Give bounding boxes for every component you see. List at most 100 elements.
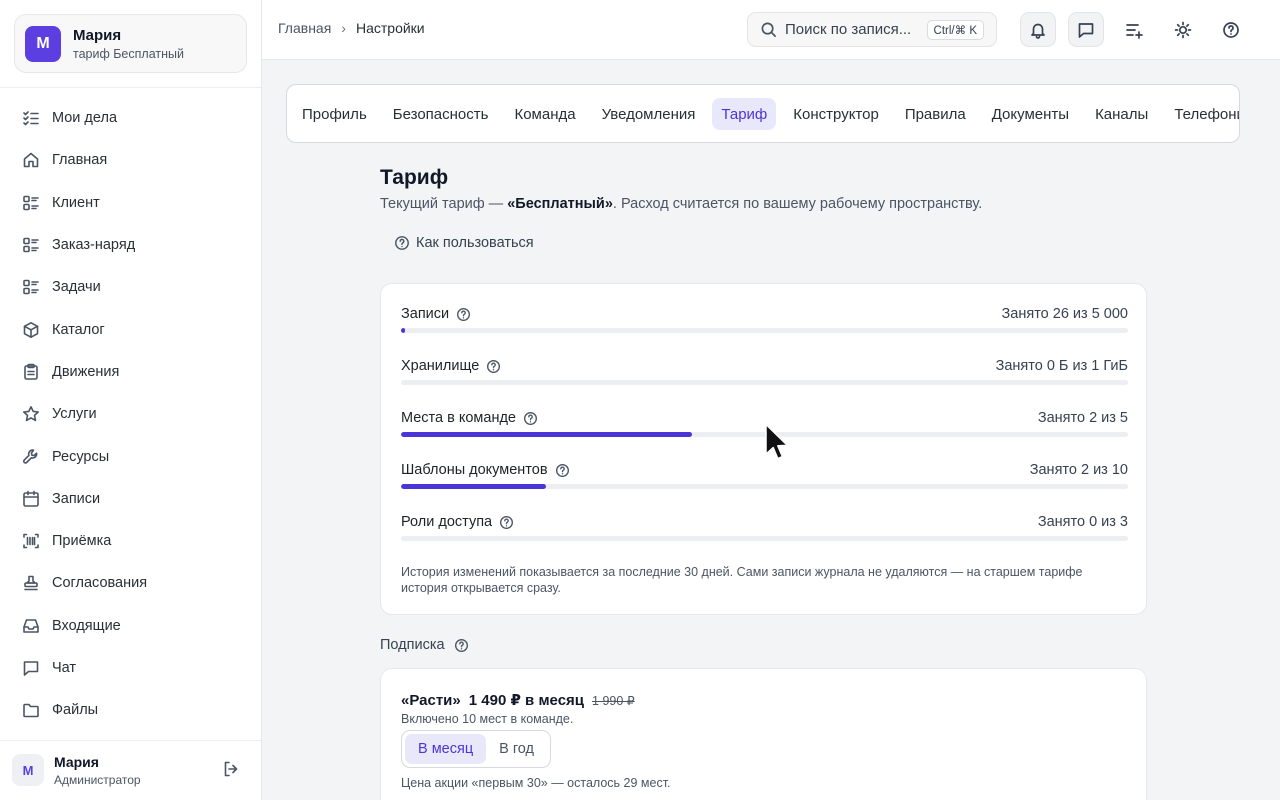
sidebar-item-label: Движения [52,363,120,380]
sidebar-item-my-tasks[interactable]: Мои дела [14,97,248,139]
how-to-use-link[interactable]: Как пользоваться [394,235,534,251]
tab-7[interactable]: Документы [983,98,1078,130]
subtitle-suffix: . Расход считается по вашему рабочему пр… [612,196,983,212]
logout-icon [224,761,238,777]
usage-row: Хранилище Занято 0 Б из 1 ГиБ [401,358,1128,385]
usage-help[interactable] [523,411,538,426]
tab-2[interactable]: Команда [505,98,584,130]
usage-value: Занято 2 из 5 [1037,410,1128,426]
folder-icon [23,703,39,718]
help-circle-icon [500,515,514,529]
usage-progress-bar [401,484,1128,489]
usage-card: Записи Занято 26 из 5 000 Хранилище Занято … [380,283,1147,615]
help-circle-icon [555,463,569,477]
messages-button[interactable] [1068,12,1104,47]
page-title: Тариф [380,166,449,189]
sun-icon [1174,21,1192,38]
sidebar-item-approvals[interactable]: Согласования [14,562,248,604]
sidebar-item-home[interactable]: Главная [14,139,248,181]
help-circle-icon [487,359,501,373]
sidebar-item-intake[interactable]: Приёмка [14,520,248,562]
logout-button[interactable] [222,760,242,780]
sidebar-item-label: Чат [52,660,77,676]
usage-label: Роли доступа [401,514,1128,530]
sidebar-item-label: Клиент [52,194,100,211]
sidebar-divider [0,740,261,741]
tab-9[interactable]: Телефония [1165,98,1239,130]
plan-included: Включено 10 мест в команде. [401,712,574,726]
breadcrumb-home[interactable]: Главная [278,20,331,36]
usage-progress-fill [401,432,692,437]
search-input[interactable]: Поиск по запися... Ctrl/⌘ K [747,12,997,47]
search-icon [761,22,776,37]
stamp-icon [24,576,38,591]
sidebar-item-work-order[interactable]: Заказ-наряд [14,224,248,266]
sidebar-item-chat[interactable]: Чат [14,647,248,689]
usage-value: Занято 26 из 5 000 [1001,306,1128,322]
subscription-heading-label: Подписка [380,637,445,653]
star-icon [23,406,39,422]
period-year-button[interactable]: В год [486,734,547,764]
user-profile: М Мария Администратор [12,753,250,787]
workspace-plan: тариф Бесплатный [73,46,184,61]
tab-3[interactable]: Уведомления [593,98,705,130]
usage-row: Места в команде Занято 2 из 5 [401,410,1128,437]
notifications-button[interactable] [1020,12,1056,47]
sidebar-item-inbox[interactable]: Входящие [14,605,248,647]
list-grid-icon [23,280,39,295]
help-circle-icon [1223,21,1239,38]
sidebar-item-records[interactable]: Записи [14,478,248,520]
usage-value: Занято 0 Б из 1 ГиБ [995,358,1128,374]
help-button[interactable] [1213,12,1249,47]
sidebar-item-services[interactable]: Услуги [14,393,248,435]
user-role: Администратор [54,772,141,787]
usage-help[interactable] [486,359,501,374]
usage-label-text: Места в команде [401,410,516,426]
sidebar-item-label: Главная [52,152,108,169]
sidebar-item-label: Заказ-наряд [52,237,136,254]
sidebar-item-client[interactable]: Клиент [14,182,248,224]
calendar-icon [23,490,39,507]
sidebar-item-tasks[interactable]: Задачи [14,266,248,308]
subscription-help[interactable] [454,638,469,653]
usage-row: Записи Занято 26 из 5 000 [401,306,1128,333]
queue-button[interactable] [1116,12,1152,47]
usage-help[interactable] [456,307,471,322]
sidebar-nav: Мои дела Главная Клиент Заказ-наряд Зада… [14,97,248,731]
usage-progress-bar [401,536,1128,541]
usage-progress-bar [401,432,1128,437]
usage-help[interactable] [555,463,570,478]
tab-5[interactable]: Конструктор [784,98,888,130]
workspace-name: Мария [73,26,122,44]
sidebar-item-label: Входящие [52,617,121,634]
sidebar: М Мария тариф Бесплатный Мои дела Главна… [0,0,262,800]
workspace-avatar: М [25,25,61,62]
usage-progress-fill [401,328,405,333]
plan-price: 1 490 ₽ в месяц [468,692,585,709]
tabs-row: Профиль Безопасность Команда Уведомления Тар… [293,98,1239,130]
current-plan-name: «Бесплатный» [507,196,613,212]
scan-icon [23,533,39,549]
sidebar-item-files[interactable]: Файлы [14,689,248,731]
inbox-icon [23,618,39,633]
theme-toggle-button[interactable] [1165,12,1201,47]
sidebar-item-label: Услуги [52,406,97,423]
workspace-switcher[interactable]: М Мария тариф Бесплатный [14,14,247,73]
avatar[interactable]: М [12,754,44,786]
usage-help[interactable] [499,515,514,530]
period-month-button[interactable]: В месяц [405,734,487,764]
sidebar-item-movements[interactable]: Движения [14,351,248,393]
tab-8[interactable]: Каналы [1086,98,1157,130]
tab-4[interactable]: Тариф [712,98,777,130]
tab-6[interactable]: Правила [896,98,975,130]
sidebar-item-catalog[interactable]: Каталог [14,308,248,350]
sidebar-item-label: Задачи [52,279,101,296]
sidebar-item-label: Согласования [52,575,148,592]
clipboard-icon [24,363,38,380]
settings-tabs: Профиль Безопасность Команда Уведомления Тар… [286,84,1240,143]
usage-row: Шаблоны документов Занято 2 из 10 [401,462,1128,489]
search-shortcut: Ctrl/⌘ K [926,20,984,40]
tab-0[interactable]: Профиль [293,98,376,130]
sidebar-item-resources[interactable]: Ресурсы [14,435,248,477]
tab-1[interactable]: Безопасность [384,98,498,130]
